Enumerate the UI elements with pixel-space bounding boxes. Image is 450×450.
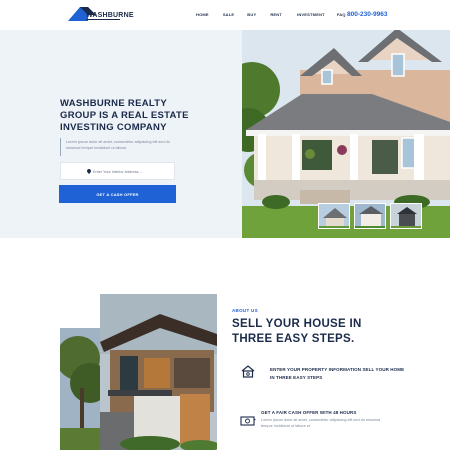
steps-heading: SELL YOUR HOUSE IN THREE EASY STEPS.: [232, 318, 362, 345]
main-nav: HOME SALE BUY RENT INVESTMENT FAQ: [196, 12, 346, 17]
address-field[interactable]: [60, 162, 175, 180]
hero-panel: [0, 30, 242, 238]
gallery-thumb-1[interactable]: [318, 203, 350, 229]
step-2-description: Lorem ipsum dolor sit amet, consectetur …: [261, 418, 381, 428]
hero-title: WASHBURNE REALTY GROUP IS A REAL ESTATE …: [60, 98, 189, 133]
hero-accent-bar: [60, 138, 61, 156]
about-eyebrow: ABOUT US: [232, 308, 258, 313]
step-2-title: GET A FAIR CASH OFFER WITH 48 HOURS: [261, 410, 357, 415]
address-input[interactable]: [93, 167, 173, 176]
nav-home[interactable]: HOME: [196, 12, 209, 17]
nav-sale[interactable]: SALE: [223, 12, 234, 17]
gallery-thumb-3[interactable]: [390, 203, 422, 229]
location-pin-icon: [87, 169, 91, 174]
tree-photo: [60, 328, 104, 450]
brand-logo[interactable]: WASHBURNE: [66, 5, 134, 23]
house-key-icon: [241, 365, 255, 378]
nav-buy[interactable]: BUY: [247, 12, 256, 17]
nav-investment[interactable]: INVESTMENT: [297, 12, 325, 17]
step-1-title: ENTER YOUR PROPERTY INFORMATION SELL YOU…: [270, 367, 405, 380]
cash-icon: [240, 416, 256, 426]
phone-number[interactable]: 800-230-9963: [347, 11, 387, 18]
modern-house-image: [100, 294, 217, 450]
hero-description: Lorem ipsum dolor sit amet, consectetur …: [66, 140, 170, 150]
get-cash-offer-button[interactable]: GET A CASH OFFER: [59, 185, 176, 203]
brand-name: WASHBURNE: [86, 12, 134, 19]
site-header: WASHBURNE HOME SALE BUY RENT INVESTMENT …: [0, 0, 450, 30]
nav-faq[interactable]: FAQ: [337, 12, 346, 17]
gallery-thumbnails: [318, 203, 426, 229]
gallery-thumb-2[interactable]: [354, 203, 386, 229]
nav-rent[interactable]: RENT: [270, 12, 282, 17]
